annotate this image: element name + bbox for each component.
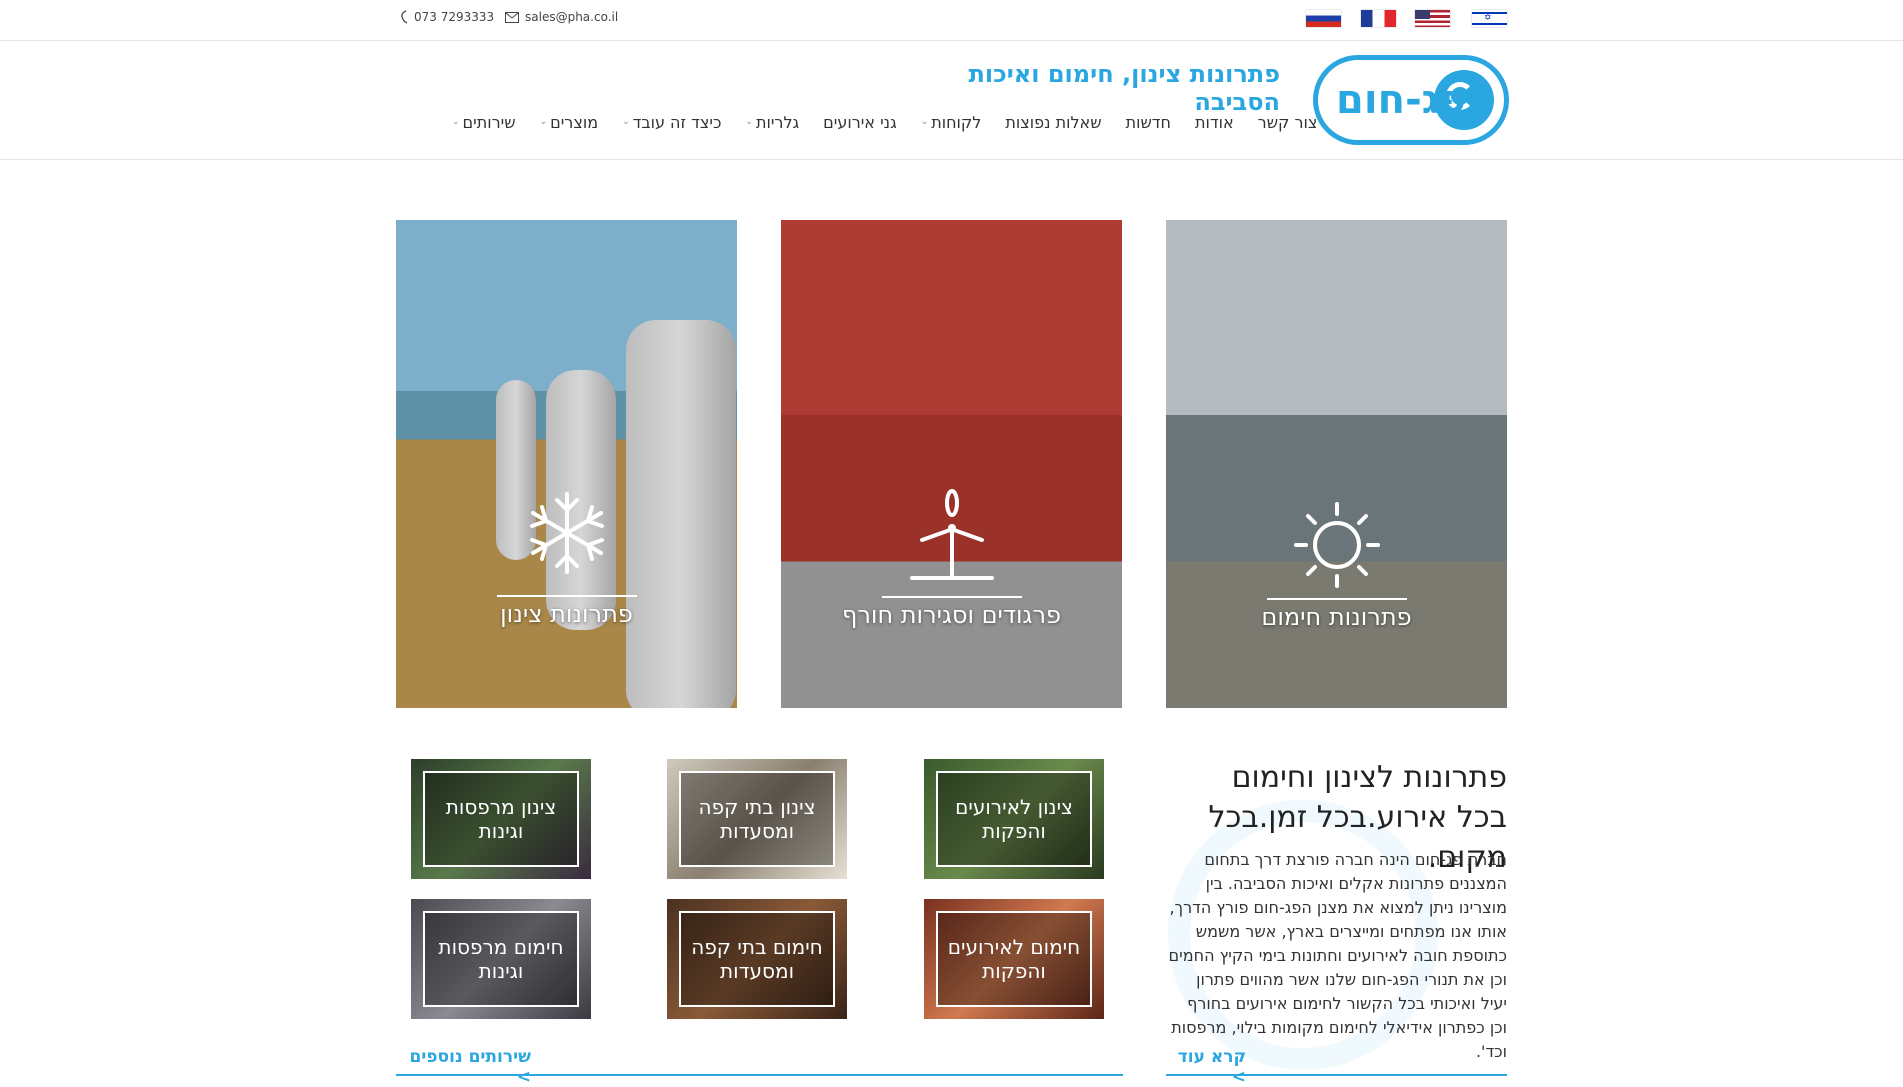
flag-us-icon[interactable] xyxy=(1415,10,1450,27)
phone-contact[interactable]: 073 7293333 xyxy=(400,10,494,24)
divider-line xyxy=(1166,1074,1507,1076)
flag-fr-icon[interactable] xyxy=(1361,10,1396,27)
tile-heating-events[interactable]: חימום לאירועים והפקות xyxy=(924,899,1104,1019)
tile-cooling-solutions[interactable]: פתרונות צינון xyxy=(396,220,737,708)
nav-item-label: גלריות xyxy=(755,112,800,132)
chevron-down-icon: ⌄ xyxy=(539,117,548,127)
tile-awnings-winter-enclosures[interactable]: פרגודים וסגירות חורף xyxy=(781,220,1122,708)
main-nav: שירותים ⌄ מוצרים ⌄ כיצד זה עובד ⌄ גלריות ⌄ גני א… xyxy=(440,110,1317,134)
nav-item-label: מוצרים xyxy=(550,112,599,132)
tile-awnings-label: פרגודים וסגירות חורף xyxy=(842,601,1061,629)
sun-icon xyxy=(1166,500,1507,590)
tile-heating-balconies[interactable]: חימום מרפסות וגינות xyxy=(411,899,591,1019)
nav-item-6[interactable]: שאלות נפוצות xyxy=(993,110,1113,134)
site-tagline: פתרונות צינון, חימום ואיכות הסביבה xyxy=(968,60,1280,116)
nav-item-label: שאלות נפוצות xyxy=(1005,112,1102,132)
nav-item-label: צור קשר xyxy=(1257,112,1318,132)
nav-item-label: גני אירועים xyxy=(823,112,897,132)
email-contact[interactable]: sales@pha.co.il xyxy=(505,10,618,24)
phone-number[interactable]: 073 7293333 xyxy=(414,10,494,24)
site-logo[interactable]: פג-חום xyxy=(1313,55,1509,145)
snowflake-icon xyxy=(396,490,737,576)
nav-item-4[interactable]: גני אירועים xyxy=(811,110,909,134)
nav-item-1[interactable]: מוצרים ⌄ xyxy=(528,110,611,134)
tile-heating-solutions[interactable]: פתרונות חימום xyxy=(1166,220,1507,708)
nav-item-3[interactable]: גלריות ⌄ xyxy=(733,110,811,134)
nav-item-label: לקוחות xyxy=(931,112,982,132)
mail-icon xyxy=(505,11,519,23)
chevron-down-icon: ⌄ xyxy=(920,117,929,127)
tile-cooling-balconies[interactable]: צינון מרפסות וגינות xyxy=(411,759,591,879)
nav-item-8[interactable]: אודות xyxy=(1183,110,1246,134)
nav-item-2[interactable]: כיצד זה עובד ⌄ xyxy=(610,110,733,134)
flag-ru-icon[interactable] xyxy=(1306,10,1341,27)
chevron-down-icon: ⌄ xyxy=(452,117,460,127)
about-heading-line1: פתרונות לצינון וחימום xyxy=(1231,760,1507,795)
nav-item-9[interactable]: צור קשר xyxy=(1246,110,1330,134)
windmill-icon xyxy=(781,488,1122,588)
nav-item-label: שירותים xyxy=(462,112,516,132)
chevron-down-icon: ⌄ xyxy=(745,117,753,127)
tile-heating-cafes-label: חימום בתי קפה ומסעדות xyxy=(679,911,835,1007)
nav-item-label: כיצד זה עובד xyxy=(632,112,722,132)
phone-icon xyxy=(401,10,408,24)
divider-line xyxy=(396,1074,1123,1076)
email-address[interactable]: sales@pha.co.il xyxy=(525,10,618,24)
nav-item-7[interactable]: חדשות xyxy=(1114,110,1183,134)
nav-item-label: חדשות xyxy=(1125,112,1171,132)
tile-heating-label: פתרונות חימום xyxy=(1261,603,1412,631)
more-services-link[interactable]: שירותים נוספים > xyxy=(396,1047,531,1087)
read-more-link[interactable]: קרא עוד > xyxy=(1166,1047,1246,1087)
tile-cooling-balconies-label: צינון מרפסות וגינות xyxy=(423,771,579,867)
about-text: חברת פג-חום הינה חברה פורצת דרך בתחום המ… xyxy=(1168,850,1507,1061)
tile-cooling-label: פתרונות צינון xyxy=(500,600,633,628)
tile-cooling-events-label: צינון לאירועים והפקות xyxy=(936,771,1092,867)
tile-cooling-cafes-label: צינון בתי קפה ומסעדות xyxy=(679,771,835,867)
tile-cooling-events[interactable]: צינון לאירועים והפקות xyxy=(924,759,1104,879)
tile-cooling-cafes[interactable]: צינון בתי קפה ומסעדות xyxy=(667,759,847,879)
logo-text: פג-חום xyxy=(1336,77,1466,123)
flag-il-icon[interactable]: ✡ xyxy=(1472,10,1507,27)
tile-heating-cafes[interactable]: חימום בתי קפה ומסעדות xyxy=(667,899,847,1019)
nav-item-label: אודות xyxy=(1194,112,1234,132)
chevron-down-icon: ⌄ xyxy=(622,117,630,127)
tile-heating-events-label: חימום לאירועים והפקות xyxy=(936,911,1092,1007)
top-bar xyxy=(0,0,1903,41)
nav-item-5[interactable]: לקוחות ⌄ xyxy=(909,110,994,134)
tile-heating-balconies-label: חימום מרפסות וגינות xyxy=(423,911,579,1007)
nav-item-0[interactable]: שירותים ⌄ xyxy=(440,110,528,134)
